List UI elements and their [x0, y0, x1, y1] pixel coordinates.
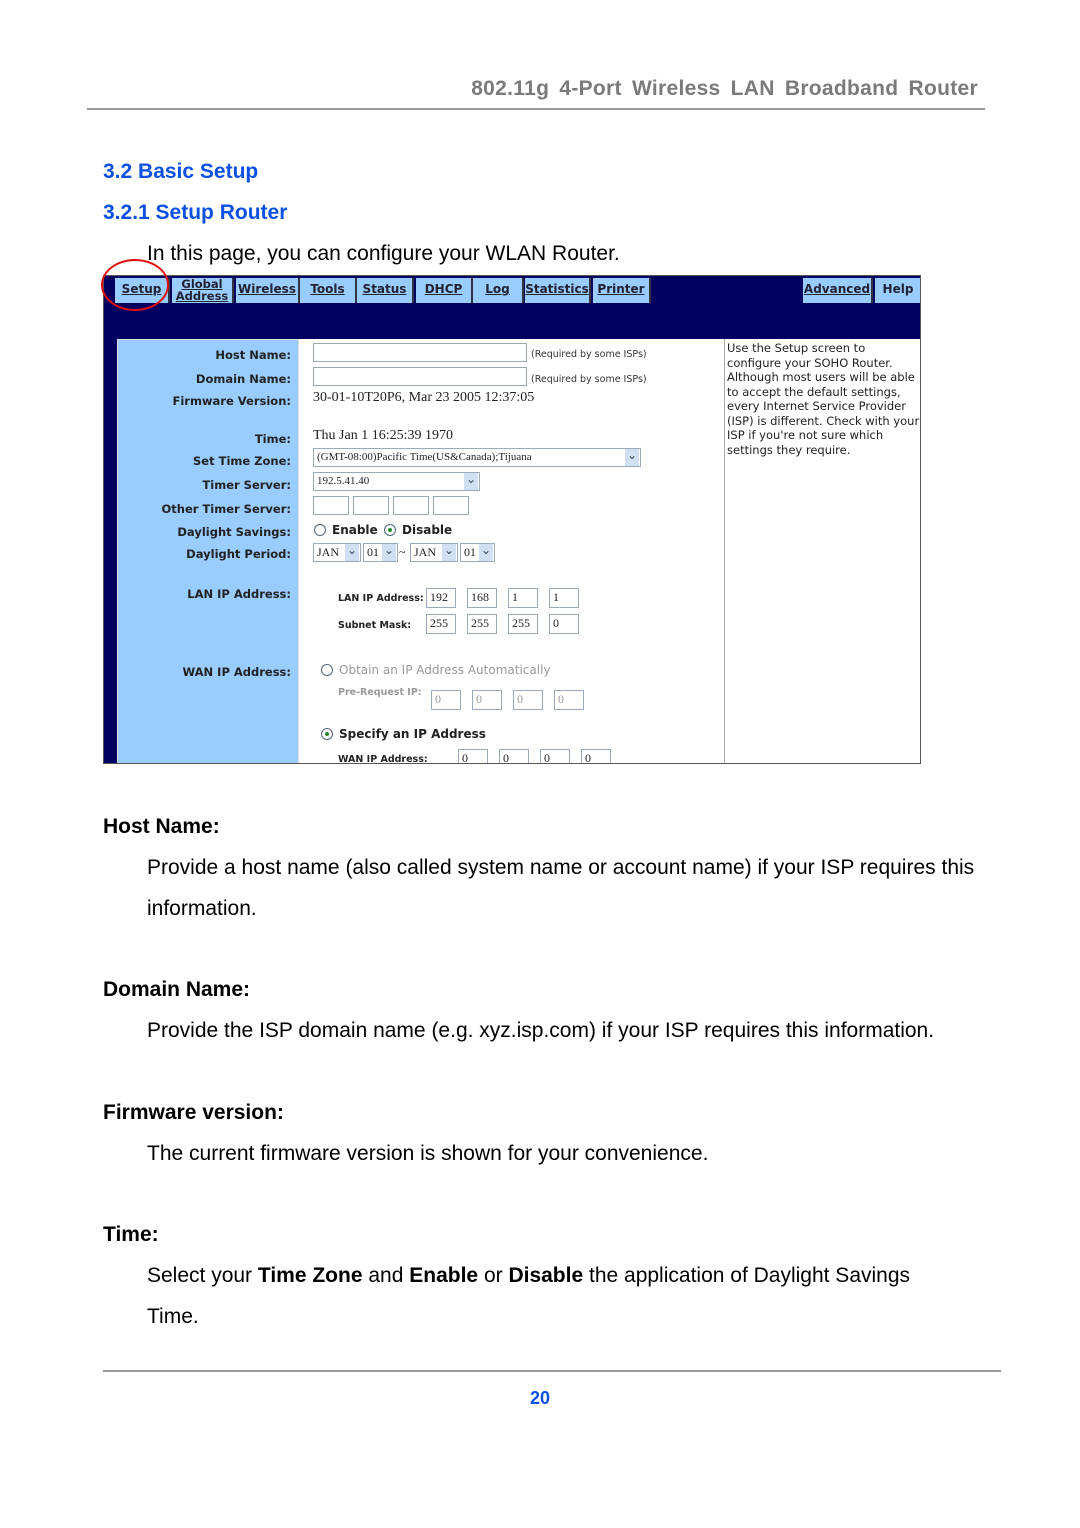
- daylight-enable-radio[interactable]: [314, 524, 326, 536]
- other-timer-octet-4[interactable]: [433, 496, 469, 515]
- tab-advanced[interactable]: Advanced: [803, 278, 873, 303]
- domain-required-note: (Required by some ISPs): [531, 374, 647, 385]
- subnet-octet-4[interactable]: 0: [549, 614, 579, 634]
- form-column: (Required by some ISPs) (Required by som…: [299, 339, 724, 764]
- tab-wireless[interactable]: Wireless: [236, 278, 300, 303]
- lan-ip-sub-label: LAN IP Address:: [338, 593, 424, 604]
- time-text-part: Select your: [147, 1264, 258, 1287]
- host-required-note: (Required by some ISPs): [531, 349, 647, 360]
- wan-ip-octet-4[interactable]: 0: [581, 749, 611, 763]
- specify-ip-label: Specify an IP Address: [339, 727, 486, 741]
- time-zone-bold: Time Zone: [257, 1264, 363, 1287]
- daylight-disable-radio[interactable]: [384, 524, 396, 536]
- firmware-heading: Firmware version:: [103, 1101, 284, 1124]
- label-column: Host Name: Domain Name: Firmware Version…: [117, 339, 299, 763]
- enable-bold: Enable: [409, 1264, 479, 1287]
- firmware-value: 30-01-10T20P6, Mar 23 2005 12:37:05: [313, 390, 535, 405]
- time-text-part: and: [362, 1264, 410, 1287]
- domain-name-text: Provide the ISP domain name (e.g. xyz.is…: [147, 1019, 935, 1042]
- help-panel: Use the Setup screen to configure your S…: [724, 339, 920, 763]
- pre-request-octet-3[interactable]: 0: [513, 690, 543, 710]
- lan-ip-octet-4[interactable]: 1: [549, 588, 579, 608]
- tab-status[interactable]: Status: [357, 278, 414, 303]
- tab-tools[interactable]: Tools: [300, 278, 357, 303]
- pre-request-octet-2[interactable]: 0: [472, 690, 502, 710]
- time-label: Time:: [254, 432, 291, 446]
- subnet-octet-2[interactable]: 255: [467, 614, 497, 634]
- other-timer-octet-3[interactable]: [393, 496, 429, 515]
- time-zone-select[interactable]: (GMT-08:00)Pacific Time(US&Canada);Tijua…: [313, 448, 641, 467]
- firmware-label: Firmware Version:: [172, 394, 291, 408]
- intro-text: In this page, you can configure your WLA…: [147, 242, 620, 265]
- disable-bold: Disable: [508, 1264, 584, 1287]
- other-timer-label: Other Timer Server:: [161, 502, 292, 516]
- period-from-month-select[interactable]: JAN: [313, 543, 361, 562]
- wan-ip-octet-2[interactable]: 0: [499, 749, 529, 763]
- obtain-ip-radio[interactable]: [321, 664, 333, 676]
- highlight-circle: [101, 259, 169, 311]
- daylight-disable-label: Disable: [402, 523, 453, 537]
- wan-ip-sub-label: WAN IP Address:: [338, 754, 428, 764]
- host-name-label: Host Name:: [215, 348, 291, 362]
- timer-server-select[interactable]: 192.5.41.40: [313, 472, 480, 491]
- subnet-octet-3[interactable]: 255: [508, 614, 538, 634]
- time-value: Thu Jan 1 16:25:39 1970: [313, 428, 453, 443]
- period-to-day-select[interactable]: 01: [460, 543, 495, 562]
- daylight-enable-label: Enable: [332, 523, 378, 537]
- time-text-part: or: [478, 1264, 509, 1287]
- subnet-mask-label: Subnet Mask:: [338, 620, 412, 631]
- lan-ip-octet-1[interactable]: 192: [426, 588, 456, 608]
- domain-name-label: Domain Name:: [195, 372, 291, 386]
- period-separator: ~: [399, 545, 406, 559]
- tab-printer[interactable]: Printer: [593, 278, 651, 303]
- router-screenshot: Setup Global Address Wireless Tools Stat…: [103, 275, 921, 764]
- tab-dhcp[interactable]: DHCP: [416, 278, 473, 303]
- subnet-octet-1[interactable]: 255: [426, 614, 456, 634]
- wan-ip-octet-3[interactable]: 0: [540, 749, 570, 763]
- timer-server-label: Timer Server:: [202, 478, 291, 492]
- obtain-ip-label: Obtain an IP Address Automatically: [339, 663, 551, 677]
- tab-help[interactable]: Help: [875, 278, 920, 303]
- specify-ip-radio[interactable]: [321, 728, 333, 740]
- firmware-text: The current firmware version is shown fo…: [147, 1142, 709, 1165]
- tab-statistics[interactable]: Statistics: [525, 278, 591, 303]
- pre-request-label: Pre-Request IP:: [338, 687, 422, 698]
- host-name-input[interactable]: [313, 343, 527, 362]
- other-timer-octet-2[interactable]: [353, 496, 389, 515]
- period-to-month-select[interactable]: JAN: [410, 543, 458, 562]
- daylight-period-label: Daylight Period:: [186, 547, 291, 561]
- other-timer-octet-1[interactable]: [313, 496, 349, 515]
- tab-log[interactable]: Log: [473, 278, 524, 303]
- page-number: 20: [529, 1388, 551, 1408]
- lan-ip-octet-3[interactable]: 1: [508, 588, 538, 608]
- lan-ip-label: LAN IP Address:: [187, 587, 291, 601]
- host-name-text: Provide a host name (also called system …: [147, 856, 975, 920]
- header-divider: [87, 108, 985, 110]
- footer-divider: [103, 1370, 1001, 1372]
- domain-name-heading: Domain Name:: [103, 978, 251, 1001]
- pre-request-octet-1[interactable]: 0: [431, 690, 461, 710]
- period-from-day-select[interactable]: 01: [363, 543, 398, 562]
- time-zone-label: Set Time Zone:: [193, 454, 291, 468]
- host-name-heading: Host Name:: [103, 815, 220, 838]
- subsection-title: 3.2.1 Setup Router: [103, 201, 288, 224]
- daylight-savings-label: Daylight Savings:: [177, 525, 291, 539]
- time-heading: Time:: [103, 1223, 159, 1246]
- wan-ip-octet-1[interactable]: 0: [458, 749, 488, 763]
- domain-name-input[interactable]: [313, 367, 527, 386]
- document-header: 802.11g 4-Port Wireless LAN Broadband Ro…: [471, 77, 978, 100]
- section-title: 3.2 Basic Setup: [103, 160, 259, 183]
- tab-global-address[interactable]: Global Address: [172, 278, 234, 303]
- time-text: Select your Time Zone and Enable or Disa…: [147, 1255, 947, 1337]
- lan-ip-octet-2[interactable]: 168: [467, 588, 497, 608]
- wan-ip-label: WAN IP Address:: [182, 665, 291, 679]
- pre-request-octet-4[interactable]: 0: [554, 690, 584, 710]
